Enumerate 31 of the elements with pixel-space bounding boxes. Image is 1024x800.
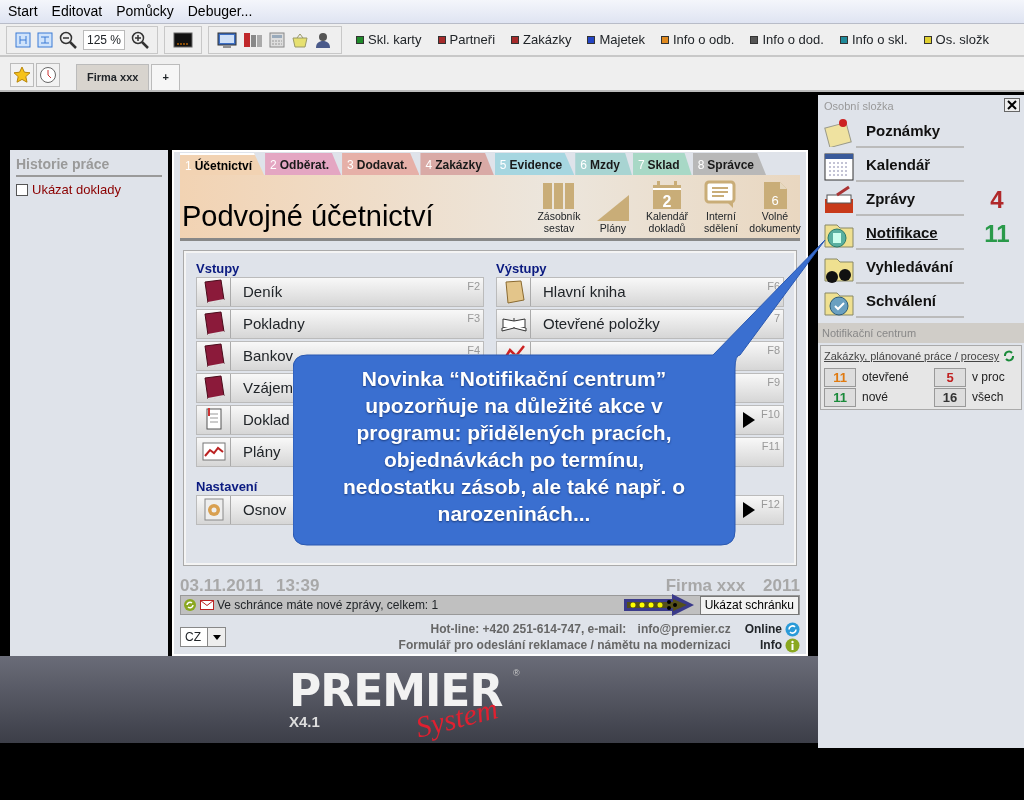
registered-mark: ®	[513, 666, 520, 680]
shortcut-key: F11	[761, 438, 780, 455]
section-heading: Nastavení	[196, 478, 258, 495]
shortcut-key: 7	[773, 310, 780, 327]
date-text: 03.11.2011	[180, 576, 264, 595]
count-label: v proc	[972, 368, 1006, 386]
company-name: Firma xxx	[665, 576, 746, 595]
time-text: 13:39	[275, 576, 320, 595]
shortcut-key: F8	[767, 342, 780, 359]
panel-title: Osobní složka	[824, 99, 894, 114]
section-title: Notifikační centrum	[818, 322, 1024, 343]
hotline-text: Hot-line: +420 251-614-747, e-mail:	[430, 622, 627, 636]
count-label: otevřené	[862, 368, 910, 386]
count-text: 4	[989, 184, 1005, 215]
count-label: všech	[972, 388, 1005, 406]
checkbox-label: Ukázat doklady	[32, 181, 121, 199]
shortcut-key: F9	[767, 374, 780, 391]
section-heading: Výstupy	[496, 260, 547, 277]
shortcut-key: F4	[467, 342, 480, 359]
count-text: 11	[983, 218, 1011, 249]
section-heading: Vstupy	[196, 260, 240, 277]
page-title: Podvojné účetnictví	[182, 199, 434, 234]
count-label: nové	[862, 388, 890, 406]
shortcut-key: F2	[467, 278, 480, 295]
shortcut-key: F3	[467, 310, 480, 327]
shortcut-key: F10	[761, 406, 780, 423]
message-text: Ve schránce máte nové zprávy, celkem: 1	[217, 597, 439, 614]
shortcut-key: F12	[761, 496, 780, 513]
year-text: 2011	[763, 576, 800, 595]
version-text: X4.1	[289, 711, 320, 732]
panel-title: Historie práce	[16, 154, 162, 177]
